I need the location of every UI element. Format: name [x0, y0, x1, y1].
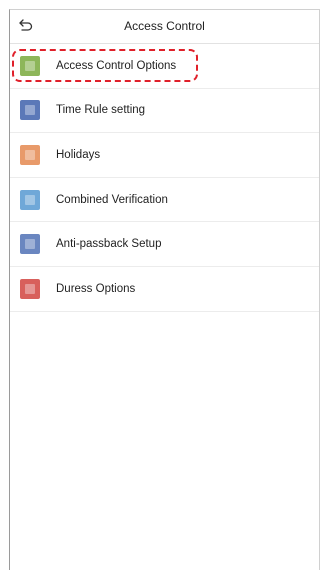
menu-item-anti-passback-setup[interactable]: Anti-passback Setup	[10, 222, 319, 267]
menu-item-access-control-options[interactable]: Access Control Options	[10, 44, 319, 89]
menu-item-holidays[interactable]: Holidays	[10, 133, 319, 178]
access-control-options-icon	[20, 55, 40, 76]
menu-item-label: Access Control Options	[56, 59, 177, 72]
menu-item-duress-options[interactable]: Duress Options	[10, 267, 319, 312]
combined-verification-icon	[20, 189, 40, 210]
anti-passback-icon	[20, 234, 40, 255]
holidays-icon	[20, 144, 40, 165]
menu-item-time-rule-setting[interactable]: Time Rule setting	[10, 89, 319, 134]
menu-item-label: Combined Verification	[56, 193, 168, 206]
menu-item-label: Holidays	[56, 148, 101, 161]
menu-item-label: Anti-passback Setup	[56, 238, 162, 251]
menu-item-combined-verification[interactable]: Combined Verification	[10, 178, 319, 223]
time-rule-icon	[20, 100, 40, 121]
duress-options-icon	[20, 278, 40, 299]
page-title: Access Control	[124, 19, 205, 33]
back-arrow-icon[interactable]	[18, 17, 34, 33]
device-screen: Access Control Access Control Options Ti…	[9, 9, 320, 570]
menu-item-label: Time Rule setting	[56, 104, 146, 117]
header-bar: Access Control	[10, 10, 319, 44]
menu-list: Access Control Options Time Rule setting…	[10, 44, 319, 312]
menu-item-label: Duress Options	[56, 282, 136, 295]
